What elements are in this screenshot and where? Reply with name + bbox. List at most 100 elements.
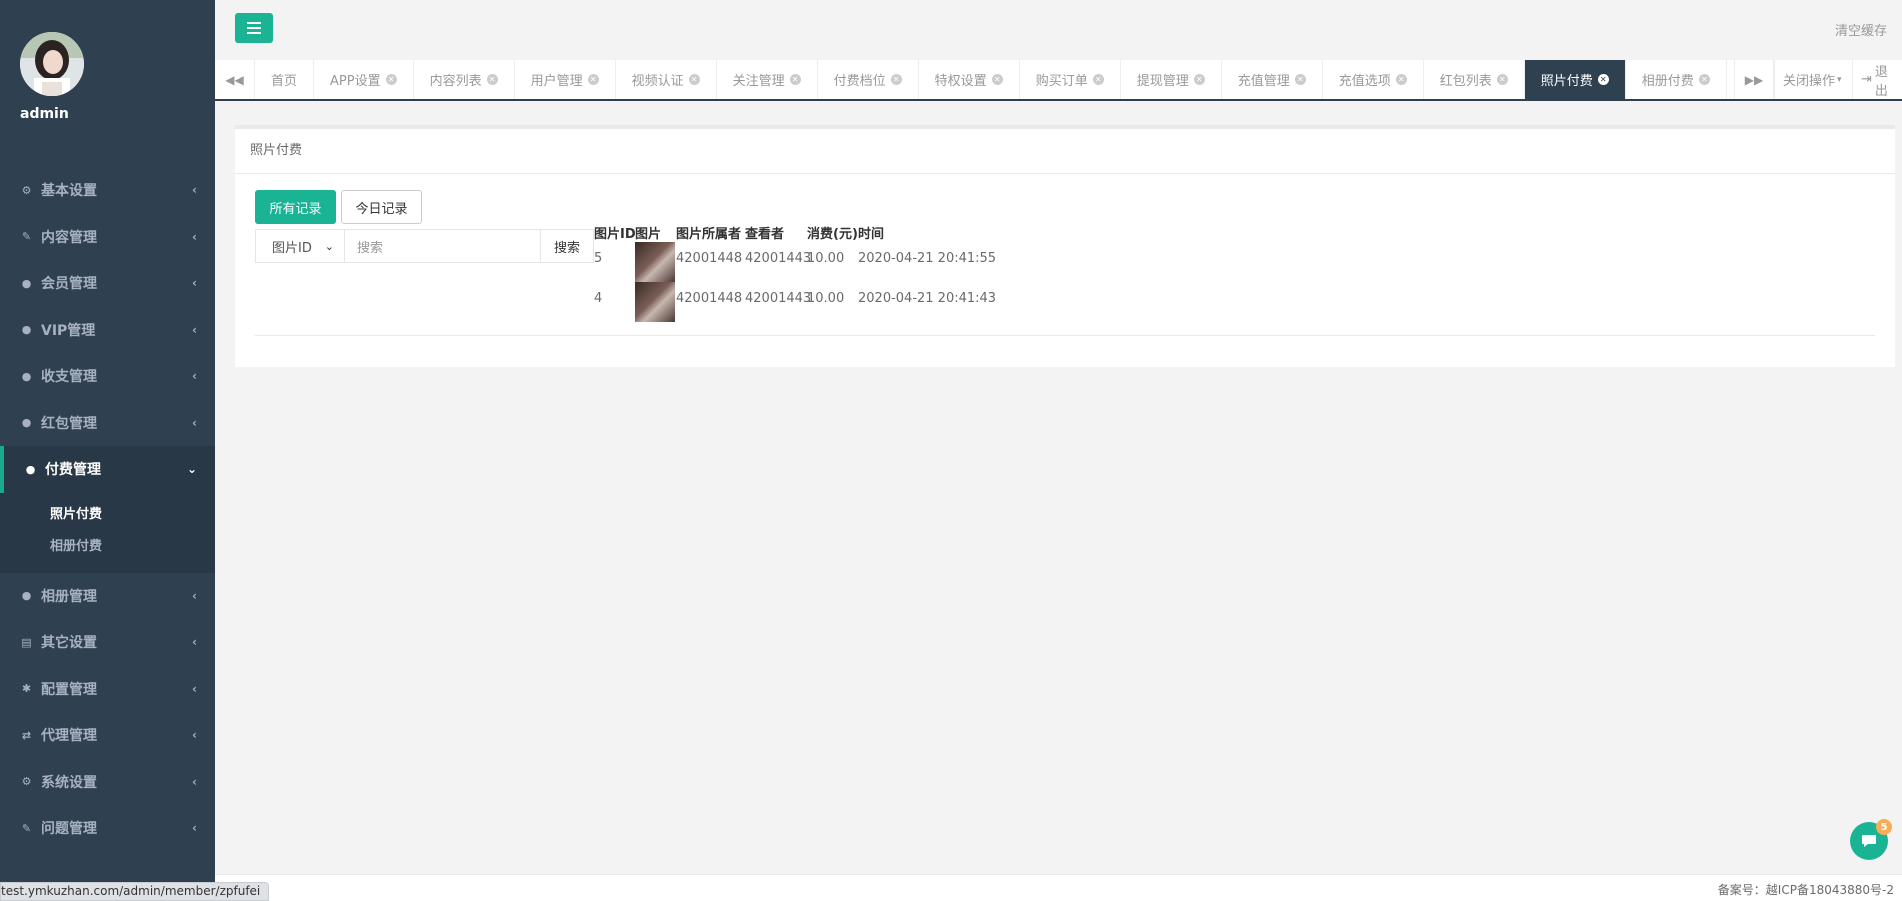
tab-recharge-options[interactable]: 充值选项 ✕ xyxy=(1323,60,1424,99)
logout-button[interactable]: ⇥ 退出 xyxy=(1852,60,1902,99)
tab-recharge[interactable]: 充值管理 ✕ xyxy=(1222,60,1323,99)
chevron-left-icon: ‹ xyxy=(192,821,197,836)
tab-scroll-left-button[interactable]: ◀◀ xyxy=(215,60,255,99)
gear-icon: ⚙ xyxy=(21,183,32,197)
submenu-item-album-payment[interactable]: 相册付费 xyxy=(0,531,215,563)
cell-owner: 42001448 xyxy=(676,251,743,266)
search-row: 图片ID ⌄ 搜索 搜索 xyxy=(255,229,594,263)
sidebar-item-label: 付费管理 xyxy=(45,462,101,479)
chevron-left-icon: ‹ xyxy=(192,276,197,291)
close-icon[interactable]: ✕ xyxy=(1294,74,1306,85)
user-icon: ● xyxy=(25,462,36,476)
close-icon[interactable]: ✕ xyxy=(587,74,599,85)
column-header: 消费(元) xyxy=(807,227,858,242)
tab-home[interactable]: 首页 xyxy=(255,60,315,99)
sidebar-item-other-settings[interactable]: ▤ 其它设置 ‹ xyxy=(0,619,215,666)
icp-record[interactable]: 备案号：越ICP备18043880号-2 xyxy=(1718,881,1894,898)
divider xyxy=(255,335,1875,336)
sidebar-item-label: VIP管理 xyxy=(41,322,96,339)
chat-button[interactable]: 5 xyxy=(1850,819,1892,860)
sidebar-item-redpacket[interactable]: ● 红包管理 ‹ xyxy=(0,400,215,447)
tab-label: 付费档位 xyxy=(833,74,886,89)
sidebar-item-vip[interactable]: ● VIP管理 ‹ xyxy=(0,307,215,354)
username[interactable]: admin xyxy=(20,106,69,122)
close-icon[interactable]: ✕ xyxy=(890,74,902,85)
close-icon[interactable]: ✕ xyxy=(789,74,801,85)
close-icon[interactable]: ✕ xyxy=(1597,74,1609,85)
sidebar-item-members[interactable]: ● 会员管理 ‹ xyxy=(0,260,215,307)
sidebar-item-config[interactable]: ✱ 配置管理 ‹ xyxy=(0,666,215,713)
close-icon[interactable]: ✕ xyxy=(1395,74,1407,85)
tab-user-manage[interactable]: 用户管理 ✕ xyxy=(515,60,616,99)
tab-label: 首页 xyxy=(271,74,298,89)
close-icon[interactable]: ✕ xyxy=(486,74,498,85)
menu-toggle-button[interactable] xyxy=(235,13,273,43)
close-icon[interactable]: ✕ xyxy=(1698,74,1710,85)
search-button[interactable]: 搜索 xyxy=(541,229,594,263)
tab-orders[interactable]: 购买订单 ✕ xyxy=(1020,60,1121,99)
sidebar-item-finance[interactable]: ● 收支管理 ‹ xyxy=(0,353,215,400)
profile: admin xyxy=(0,0,215,150)
sidebar: admin ⚙ 基本设置 ‹ ✎ 内容管理 ‹ ● 会员管理 ‹ ● VIP管理… xyxy=(0,0,215,901)
sidebar-item-basic-settings[interactable]: ⚙ 基本设置 ‹ xyxy=(0,167,215,214)
close-icon[interactable]: ✕ xyxy=(385,74,397,85)
sidebar-item-issues[interactable]: ✎ 问题管理 ‹ xyxy=(0,805,215,852)
tab-bar: ◀◀ 首页 APP设置 ✕ 内容列表 ✕ 用户管理 ✕ 视频认证 ✕ 关注管理 ✕ 付费档… xyxy=(215,60,1902,101)
search-input[interactable]: 搜索 xyxy=(345,229,541,263)
close-icon[interactable]: ✕ xyxy=(1092,74,1104,85)
photo-thumbnail[interactable] xyxy=(635,282,675,322)
tab-app-settings[interactable]: APP设置 ✕ xyxy=(314,60,414,99)
edit-icon: ✎ xyxy=(21,821,32,835)
tab-photo-payment[interactable]: 照片付费 ✕ xyxy=(1524,60,1626,99)
column-header: 图片所属者 xyxy=(676,227,742,242)
column-header: 图片 xyxy=(635,227,662,242)
close-icon[interactable]: ✕ xyxy=(1193,74,1205,85)
close-icon[interactable]: ✕ xyxy=(688,74,700,85)
exchange-icon: ⇄ xyxy=(21,728,32,742)
cell-owner: 42001448 xyxy=(676,291,743,306)
panel-title: 照片付费 xyxy=(235,129,1895,174)
search-placeholder: 搜索 xyxy=(357,240,384,256)
tab-pay-levels[interactable]: 付费档位 ✕ xyxy=(818,60,919,99)
payment-submenu: 照片付费 相册付费 xyxy=(0,492,215,573)
tab-label: APP设置 xyxy=(330,74,381,89)
all-records-button[interactable]: 所有记录 xyxy=(255,190,336,224)
tab-album-payment[interactable]: 相册付费 ✕ xyxy=(1626,60,1727,99)
close-operations-dropdown[interactable]: 关闭操作 ▾ xyxy=(1774,60,1852,99)
tab-privilege[interactable]: 特权设置 ✕ xyxy=(919,60,1020,99)
chat-icon xyxy=(1862,835,1876,847)
tab-content-list[interactable]: 内容列表 ✕ xyxy=(414,60,515,99)
sidebar-item-system[interactable]: ⚙ 系统设置 ‹ xyxy=(0,759,215,806)
tab-label: 视频认证 xyxy=(631,74,684,89)
submenu-item-photo-payment[interactable]: 照片付费 xyxy=(0,499,215,531)
sidebar-item-label: 内容管理 xyxy=(41,229,97,246)
sidebar-item-album[interactable]: ● 相册管理 ‹ xyxy=(0,573,215,620)
tab-follow-manage[interactable]: 关注管理 ✕ xyxy=(717,60,818,99)
browser-status-url: test.ymkuzhan.com/admin/member/zpfufei xyxy=(0,882,270,901)
chevron-left-icon: ‹ xyxy=(192,728,197,743)
today-records-button[interactable]: 今日记录 xyxy=(341,190,422,224)
sidebar-menu: ⚙ 基本设置 ‹ ✎ 内容管理 ‹ ● 会员管理 ‹ ● VIP管理 ‹ ● 收… xyxy=(0,167,215,852)
close-icon[interactable]: ✕ xyxy=(1496,74,1508,85)
avatar[interactable] xyxy=(20,32,84,96)
cell-amount: 10.00 xyxy=(807,251,845,266)
tab-scroll-right-button[interactable]: ▶▶ xyxy=(1734,60,1774,99)
sidebar-item-label: 代理管理 xyxy=(41,728,97,745)
sidebar-item-payment[interactable]: ● 付费管理 ⌄ xyxy=(0,446,215,493)
gears-icon: ⚙ xyxy=(21,775,32,789)
user-icon: ● xyxy=(21,589,32,603)
tab-video-verify[interactable]: 视频认证 ✕ xyxy=(616,60,717,99)
tab-label: 红包列表 xyxy=(1439,74,1492,89)
column-header: 时间 xyxy=(858,227,885,242)
clear-cache-link[interactable]: 清空缓存 xyxy=(1835,20,1887,39)
hamburger-icon xyxy=(247,22,261,34)
tab-withdraw[interactable]: 提现管理 ✕ xyxy=(1121,60,1222,99)
sidebar-item-content[interactable]: ✎ 内容管理 ‹ xyxy=(0,214,215,261)
sidebar-item-agent[interactable]: ⇄ 代理管理 ‹ xyxy=(0,712,215,759)
column-header: 查看者 xyxy=(745,227,785,242)
tab-redpacket-list[interactable]: 红包列表 ✕ xyxy=(1424,60,1525,99)
photo-thumbnail[interactable] xyxy=(635,242,675,282)
search-field-select[interactable]: 图片ID ⌄ xyxy=(255,229,345,263)
close-icon[interactable]: ✕ xyxy=(991,74,1003,85)
logout-label: 退出 xyxy=(1874,64,1888,99)
